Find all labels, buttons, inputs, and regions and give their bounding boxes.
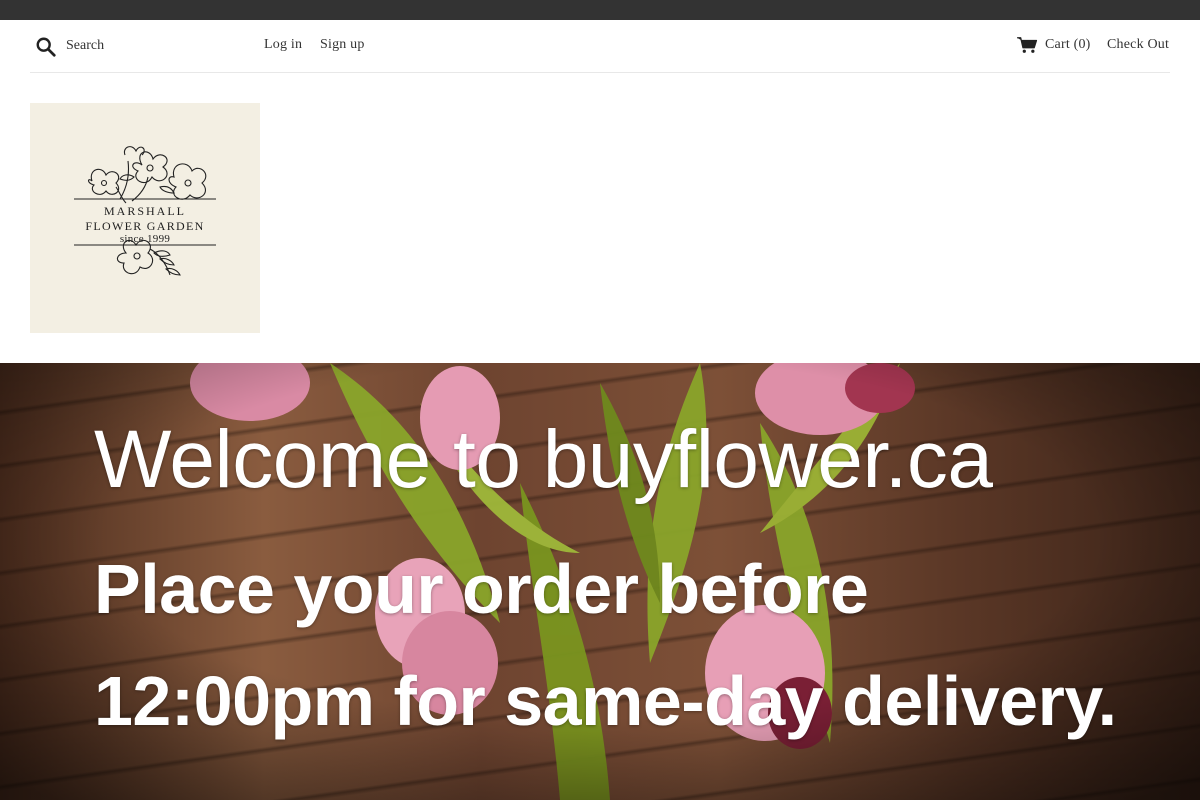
hero-subtitle: Place your order before 12:00pm for same… (94, 550, 1117, 740)
logo-name-line2: FLOWER GARDEN (85, 219, 205, 233)
search-input[interactable] (66, 34, 246, 58)
logo-since: since 1999 (119, 233, 171, 245)
search-icon[interactable] (35, 36, 57, 58)
hero-title: Welcome to buyflower.ca (94, 414, 993, 505)
logo-name-line1: MARSHALL (103, 204, 186, 218)
store-logo[interactable]: MARSHALL FLOWER GARDEN since 1999 (30, 103, 260, 333)
login-link[interactable]: Log in (264, 37, 302, 53)
site-header: Log in Sign up Cart (0) Check Out (30, 20, 1170, 73)
hero-banner: Welcome to buyflower.ca Place your order… (0, 363, 1200, 800)
cart-link[interactable]: Cart (0) (1045, 37, 1091, 53)
signup-link[interactable]: Sign up (320, 37, 365, 53)
announcement-bar (0, 0, 1200, 20)
cart-icon[interactable] (1016, 36, 1038, 54)
checkout-link[interactable]: Check Out (1107, 37, 1169, 53)
